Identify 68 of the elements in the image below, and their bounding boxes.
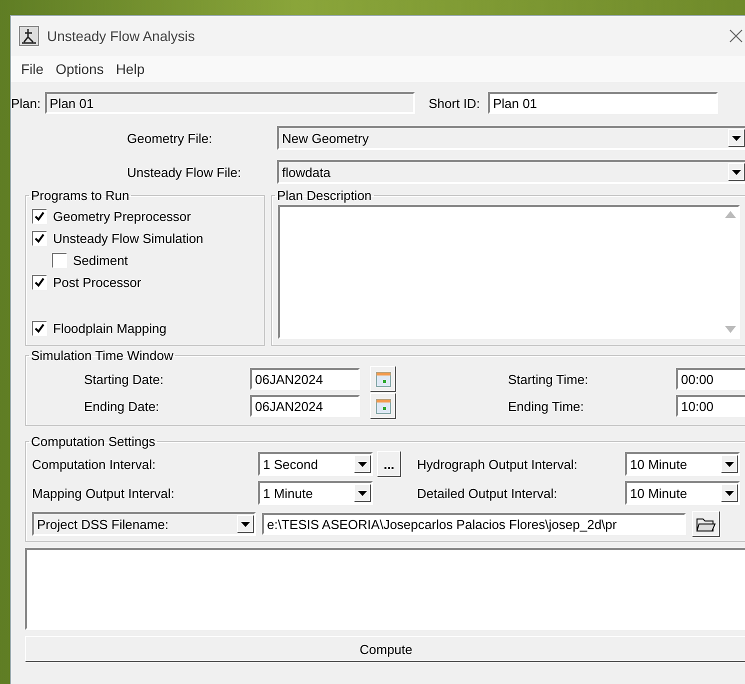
group-title: Computation Settings <box>30 434 156 449</box>
calendar-button[interactable] <box>370 393 396 419</box>
file-dropdown[interactable]: flowdata <box>277 160 745 184</box>
time-field[interactable]: 10:00 <box>676 395 745 417</box>
dropdown-button[interactable] <box>354 484 371 502</box>
setting-label: Hydrograph Output Interval: <box>416 456 578 472</box>
dropdown-arrow-icon <box>725 462 734 466</box>
checkbox-label: Sediment <box>73 252 128 268</box>
checkbox-label: Geometry Preprocessor <box>53 208 191 224</box>
dropdown-arrow-icon <box>732 136 741 140</box>
plan-field[interactable]: Plan 01 <box>44 92 415 114</box>
checkbox[interactable] <box>32 320 47 336</box>
app-icon <box>19 26 39 46</box>
date-label: Ending Date: <box>84 398 160 414</box>
more-button[interactable]: ... <box>377 451 401 477</box>
dss-type-dropdown[interactable]: Project DSS Filename: <box>32 512 256 536</box>
group-title: Simulation Time Window <box>30 348 174 363</box>
close-icon[interactable] <box>729 29 743 43</box>
checkbox-label: Post Processor <box>53 274 142 290</box>
dropdown-button[interactable] <box>728 129 745 147</box>
dropdown-arrow-icon <box>732 170 741 174</box>
date-field[interactable]: 06JAN2024 <box>250 395 360 417</box>
dropdown-arrow-icon <box>241 522 250 526</box>
dropdown-arrow-icon <box>725 490 734 496</box>
dropdown-button[interactable] <box>728 163 745 181</box>
compute-button[interactable]: Compute <box>25 636 745 662</box>
dropdown-button[interactable] <box>237 515 254 533</box>
setting-label: Detailed Output Interval: <box>416 486 558 500</box>
time-label: Ending Time: <box>508 398 585 414</box>
dropdown-arrow-icon <box>358 490 367 496</box>
file-dropdown[interactable]: New Geometry <box>277 126 745 150</box>
folder-icon <box>696 516 716 532</box>
dropdown-arrow-icon <box>358 462 367 466</box>
short-id-label: Short ID: <box>428 96 480 110</box>
group-title: Programs to Run <box>30 188 130 203</box>
plan-label: Plan: <box>11 96 41 110</box>
dropdown-button[interactable] <box>721 484 738 502</box>
dropdown-button[interactable] <box>354 455 371 473</box>
dropdown-button[interactable] <box>721 455 738 473</box>
date-field[interactable]: 06JAN2024 <box>250 368 360 390</box>
calendar-icon <box>376 372 390 386</box>
interval-dropdown[interactable]: 1 Second <box>258 452 373 476</box>
setting-label: Mapping Output Interval: <box>32 486 176 500</box>
short-id-field[interactable]: Plan 01 <box>488 92 718 114</box>
date-label: Starting Date: <box>84 372 164 386</box>
calendar-icon <box>376 398 390 414</box>
group-title: Plan Description <box>276 188 373 203</box>
checkbox-label: Unsteady Flow Simulation <box>53 230 204 246</box>
file-label: Geometry File: <box>127 130 214 146</box>
calendar-button[interactable] <box>370 366 396 392</box>
interval-dropdown[interactable]: 10 Minute <box>625 481 740 505</box>
file-label: Unsteady Flow File: <box>127 164 242 180</box>
window-title: Unsteady Flow Analysis <box>47 28 196 44</box>
checkbox-label: Floodplain Mapping <box>53 320 166 336</box>
time-label: Starting Time: <box>508 372 590 386</box>
checkbox[interactable] <box>52 252 67 268</box>
menu-item[interactable]: File <box>15 61 50 77</box>
checkbox[interactable] <box>32 230 47 246</box>
menu-item[interactable]: Options <box>50 61 110 77</box>
time-field[interactable]: 00:00 <box>676 368 745 390</box>
setting-label: Computation Interval: <box>32 456 157 472</box>
menu-item[interactable]: Help <box>110 61 151 77</box>
open-folder-button[interactable] <box>692 511 720 537</box>
interval-dropdown[interactable]: 1 Minute <box>258 481 373 505</box>
checkbox[interactable] <box>32 274 47 290</box>
checkbox[interactable] <box>32 208 47 224</box>
dss-path-field[interactable]: e:\TESIS ASEORIA\Josepcarlos Palacios Flores\josep_2d\pr <box>262 513 686 535</box>
interval-dropdown[interactable]: 10 Minute <box>625 452 740 476</box>
